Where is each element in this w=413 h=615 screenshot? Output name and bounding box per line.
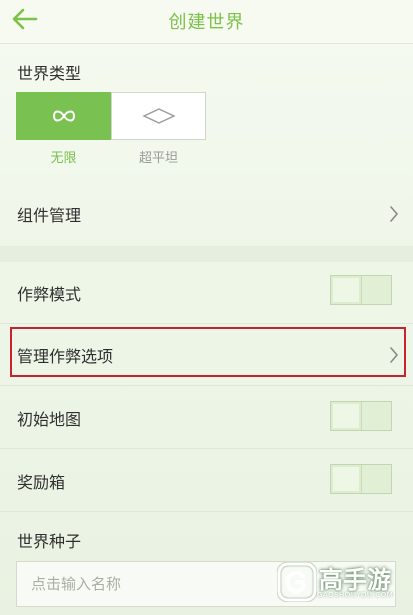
section-divider: [0, 246, 413, 262]
world-type-infinite-caption: 无限: [50, 151, 77, 166]
toggle-track: [362, 402, 391, 430]
initial-map-label: 初始地图: [17, 410, 82, 429]
world-type-flat-button[interactable]: [111, 92, 206, 140]
diamond-icon: [141, 108, 176, 124]
world-type-infinite-button[interactable]: [16, 92, 111, 140]
highlight-annotation: [10, 327, 406, 377]
world-type-label: 世界类型: [17, 64, 82, 83]
seed-label: 世界种子: [17, 532, 82, 551]
bonus-chest-toggle[interactable]: [330, 464, 392, 494]
page-title: 创建世界: [168, 12, 245, 33]
components-row[interactable]: 组件管理: [0, 183, 413, 245]
cheat-mode-toggle[interactable]: [330, 275, 392, 305]
toggle-knob: [331, 402, 362, 430]
initial-map-toggle[interactable]: [330, 401, 392, 431]
toggle-track: [362, 465, 391, 493]
top-bar: 创建世界: [0, 0, 413, 44]
world-type-selector: [16, 92, 206, 140]
toggle-track: [362, 276, 391, 304]
toggle-knob: [331, 465, 362, 493]
bonus-chest-label: 奖励箱: [17, 473, 66, 492]
cheat-mode-label: 作弊模式: [17, 285, 82, 304]
watermark-logo: 高手游 GAOSHOUYOU.COM: [275, 558, 405, 608]
chevron-right-icon: [390, 206, 399, 222]
watermark-text: 高手游: [319, 566, 391, 594]
watermark-url: GAOSHOUYOU.COM: [317, 591, 394, 599]
toggle-knob: [331, 276, 362, 304]
world-type-flat-caption: 超平坦: [138, 151, 178, 166]
gaoshouyou-logo-icon: [277, 562, 317, 602]
infinity-icon: [52, 110, 75, 122]
components-label: 组件管理: [17, 206, 82, 225]
